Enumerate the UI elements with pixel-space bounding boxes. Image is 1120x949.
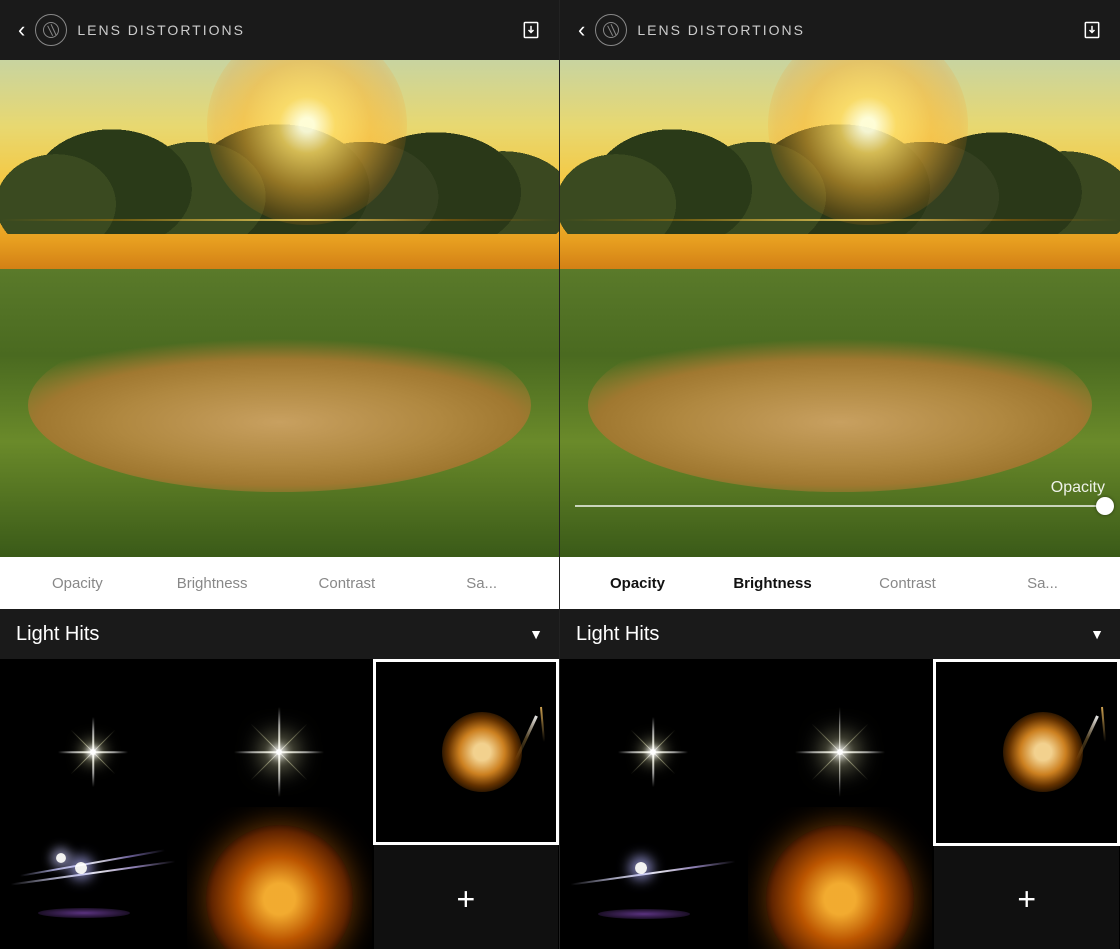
right-blue-ray (571, 860, 736, 885)
right-thumb-3-inner (936, 662, 1117, 843)
right-thumb-5-inner (748, 807, 933, 949)
right-flare-glow (1003, 712, 1083, 792)
right-dropdown-icon[interactable]: ▼ (1090, 626, 1104, 642)
left-photo-area[interactable] (0, 60, 559, 557)
right-download-icon[interactable] (1082, 20, 1102, 40)
right-header: ‹ LENS DISTORTIONS (560, 0, 1120, 60)
left-control-opacity[interactable]: Opacity (10, 575, 145, 592)
right-opacity-slider-track[interactable] (575, 505, 1105, 507)
left-flare-selected (376, 662, 556, 842)
right-flare-orange (766, 825, 914, 949)
right-thumbnails-grid: + (560, 659, 1120, 949)
left-download-icon[interactable] (521, 20, 541, 40)
right-logo-icon (601, 20, 621, 40)
left-star-core-1 (90, 749, 96, 755)
left-thumb-4-inner (1, 807, 185, 949)
right-photo-area[interactable]: Opacity (560, 60, 1120, 557)
right-light-hits-section: Light Hits ▼ (560, 609, 1120, 949)
left-flare-ray-2 (540, 707, 545, 742)
left-header-left: ‹ LENS DISTORTIONS (18, 14, 245, 46)
right-thumb-3-selected[interactable] (933, 659, 1120, 846)
right-header-left: ‹ LENS DISTORTIONS (578, 14, 805, 46)
left-flare-orange (206, 825, 353, 949)
left-flare-glow (442, 712, 522, 792)
right-controls-bar: Opacity Brightness Contrast Sa... (560, 557, 1120, 609)
left-flare-blue (1, 807, 185, 949)
right-add-icon[interactable]: + (1017, 883, 1036, 915)
left-star-core-2 (276, 749, 282, 755)
left-header-right (521, 20, 541, 40)
right-header-right (1082, 20, 1102, 40)
right-star-core-1 (650, 749, 656, 755)
left-field-dirt (28, 318, 531, 492)
right-control-saturation[interactable]: Sa... (975, 575, 1110, 592)
right-lens-flare (560, 219, 1120, 221)
left-flare-star-2 (234, 707, 324, 797)
left-panel: ‹ LENS DISTORTIONS (0, 0, 560, 949)
right-star-core-2 (837, 749, 843, 755)
left-lens-flare (0, 219, 559, 221)
left-controls-bar: Opacity Brightness Contrast Sa... (0, 557, 559, 609)
right-logo (595, 14, 627, 46)
left-thumb-5-inner (187, 807, 371, 949)
right-field-dirt (588, 318, 1092, 492)
left-light-hits-title: Light Hits (16, 623, 99, 646)
left-add-icon[interactable]: + (456, 883, 475, 915)
left-thumb-4[interactable] (0, 806, 186, 949)
right-opacity-label: Opacity (1051, 479, 1105, 497)
left-light-hits-header[interactable]: Light Hits ▼ (0, 609, 559, 659)
left-logo (35, 14, 67, 46)
right-opacity-slider-thumb[interactable] (1096, 497, 1114, 515)
right-app-title: LENS DISTORTIONS (637, 22, 805, 38)
left-control-contrast[interactable]: Contrast (280, 575, 415, 592)
right-light-hits-title: Light Hits (576, 623, 659, 646)
right-light-hits-header[interactable]: Light Hits ▼ (560, 609, 1120, 659)
right-thumb-5[interactable] (747, 806, 934, 949)
left-light-hits-section: Light Hits ▼ (0, 609, 559, 949)
left-blue-core (75, 862, 87, 874)
left-thumb-3-selected[interactable] (373, 659, 559, 845)
right-control-brightness[interactable]: Brightness (705, 575, 840, 592)
right-control-opacity[interactable]: Opacity (570, 575, 705, 592)
left-flare-star-1 (58, 717, 128, 787)
right-flare-blue (561, 807, 746, 949)
right-opacity-overlay: Opacity (560, 479, 1120, 507)
right-flare-star-1 (618, 717, 688, 787)
right-thumb-4-inner (561, 807, 746, 949)
left-blue-ray (11, 860, 176, 885)
right-flare-selected (936, 662, 1117, 843)
right-thumb-4[interactable] (560, 806, 747, 949)
right-panel: ‹ LENS DISTORTIONS (560, 0, 1120, 949)
left-thumbnails-grid: + (0, 659, 559, 949)
left-control-brightness[interactable]: Brightness (145, 575, 280, 592)
right-blue-lens-artifact (598, 909, 690, 919)
left-back-button[interactable]: ‹ (18, 17, 25, 43)
right-flare-star-2 (795, 707, 885, 797)
left-thumb-3-inner (376, 662, 556, 842)
left-header: ‹ LENS DISTORTIONS (0, 0, 559, 60)
left-logo-icon (41, 20, 61, 40)
left-app-title: LENS DISTORTIONS (77, 22, 245, 38)
right-flare-ray-2 (1101, 707, 1106, 742)
left-dropdown-icon[interactable]: ▼ (529, 626, 543, 642)
left-control-saturation[interactable]: Sa... (414, 575, 549, 592)
left-thumb-5[interactable] (186, 806, 372, 949)
right-back-button[interactable]: ‹ (578, 17, 585, 43)
right-control-contrast[interactable]: Contrast (840, 575, 975, 592)
left-blue-lens-artifact (38, 908, 130, 918)
